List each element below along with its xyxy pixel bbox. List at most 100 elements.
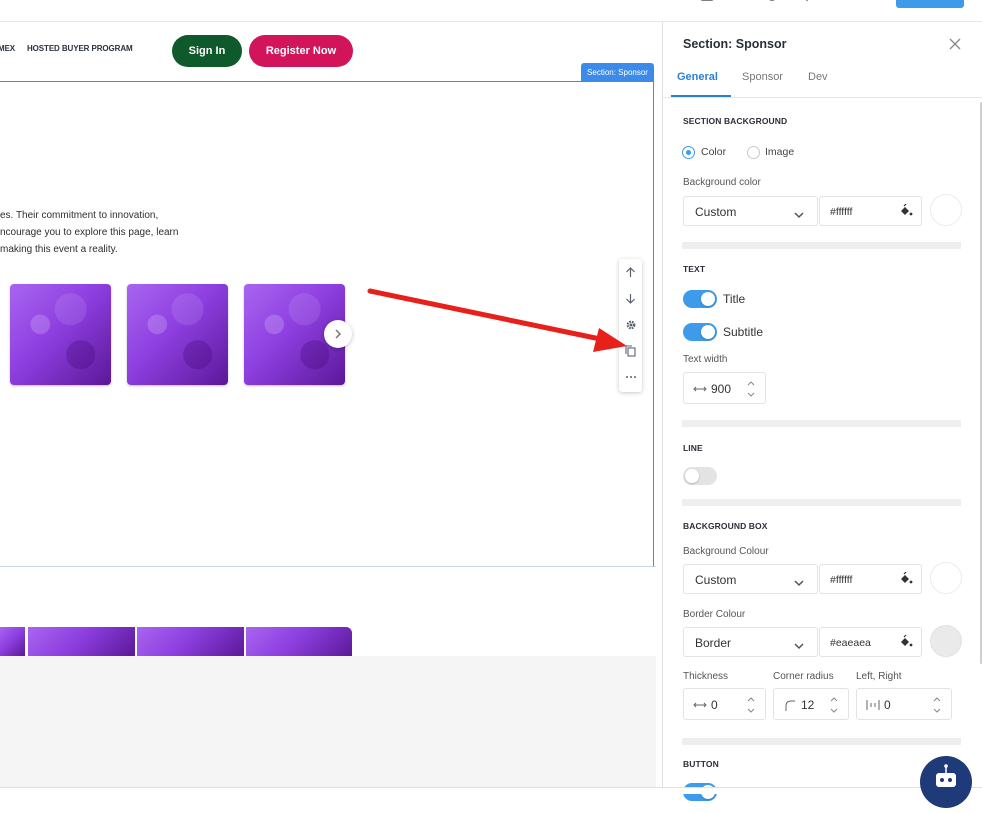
text-width-input[interactable]: 900 (683, 372, 766, 404)
select-value: Border (695, 636, 732, 650)
stepper-icon[interactable] (747, 378, 755, 400)
chevron-down-icon (794, 575, 804, 587)
stepper-icon[interactable] (830, 694, 838, 716)
section-divider (682, 499, 961, 506)
close-icon[interactable] (947, 36, 963, 52)
gallery-image[interactable] (246, 627, 352, 656)
line-heading: LINE (683, 443, 703, 453)
layout-icon[interactable] (733, 0, 747, 6)
hex-value: #ffffff (830, 574, 853, 586)
border-mode-select[interactable]: Border (683, 627, 818, 657)
background-color-swatch[interactable] (930, 194, 962, 226)
left-right-label: Left, Right (856, 671, 902, 682)
assistant-bot-button[interactable] (920, 756, 972, 808)
sponsor-logo[interactable] (10, 284, 111, 385)
robot-icon (936, 764, 956, 787)
box-background-hex-input[interactable]: #ffffff (819, 564, 922, 594)
box-background-mode-select[interactable]: Custom (683, 564, 818, 594)
section-settings-button[interactable] (619, 314, 642, 336)
sign-in-button[interactable]: Sign In (172, 35, 242, 67)
box-background-swatch[interactable] (930, 562, 962, 594)
select-value: Custom (695, 573, 737, 587)
sponsor-description-line: making this event a reality. (0, 244, 118, 255)
gallery-image[interactable] (28, 627, 135, 656)
corner-radius-label: Corner radius (773, 671, 834, 682)
gear-icon (626, 320, 635, 330)
tab-sponsor[interactable]: Sponsor (742, 71, 783, 83)
register-now-button[interactable]: Register Now (249, 35, 353, 67)
duplicate-button[interactable] (619, 340, 642, 362)
tab-dev[interactable]: Dev (808, 71, 828, 83)
paint-bucket-icon[interactable] (899, 634, 913, 649)
preview-icon[interactable] (700, 0, 714, 6)
arrow-down-icon (626, 293, 635, 304)
gallery-image[interactable] (137, 627, 244, 656)
text-width-value: 900 (711, 382, 732, 396)
corner-radius-input[interactable]: 12 (773, 688, 849, 720)
page-canvas: MEX HOSTED BUYER PROGRAM Sign In Registe… (0, 22, 656, 794)
tab-general[interactable]: General (677, 71, 718, 83)
text-width-label: Text width (683, 354, 728, 365)
corner-radius-icon (783, 698, 797, 712)
background-box-heading: BACKGROUND BOX (683, 521, 768, 531)
stepper-icon[interactable] (933, 694, 941, 716)
move-up-button[interactable] (619, 261, 642, 283)
title-toggle[interactable] (683, 290, 717, 308)
sponsor-logo[interactable] (127, 284, 228, 385)
title-toggle-label: Title (723, 292, 746, 306)
ellipsis-icon (625, 376, 636, 378)
width-arrows-icon (693, 382, 707, 396)
publish-button[interactable] (896, 0, 964, 8)
border-colour-label: Border Colour (683, 609, 746, 620)
section-divider (682, 738, 961, 745)
box-background-colour-label: Background Colour (683, 546, 769, 557)
arrow-up-icon (626, 266, 635, 277)
gallery-image[interactable] (0, 627, 25, 656)
chevron-right-icon (335, 329, 342, 339)
section-divider (682, 242, 961, 249)
color-radio-label: Color (701, 146, 727, 158)
section-tag[interactable]: Section: Sponsor (581, 63, 654, 81)
color-radio[interactable] (682, 146, 695, 159)
image-radio[interactable] (747, 146, 760, 159)
panel-title: Section: Sponsor (683, 37, 787, 51)
border-colour-swatch[interactable] (930, 625, 962, 657)
section-divider (682, 420, 961, 427)
width-arrows-icon (693, 698, 707, 712)
subtitle-toggle[interactable] (683, 323, 717, 341)
section-divider (0, 566, 656, 567)
more-tools-icon[interactable] (800, 0, 814, 6)
image-radio-label: Image (765, 146, 795, 158)
chevron-down-icon (794, 638, 804, 650)
section-background-heading: SECTION BACKGROUND (683, 116, 788, 126)
subtitle-toggle-label: Subtitle (723, 325, 764, 339)
thickness-value: 0 (711, 698, 718, 712)
background-color-label: Background color (683, 177, 761, 188)
paint-bucket-icon[interactable] (899, 203, 913, 218)
paint-bucket-icon[interactable] (899, 571, 913, 586)
border-hex-input[interactable]: #eaeaea (819, 627, 922, 657)
section-settings-panel: Section: Sponsor General Sponsor Dev SEC… (662, 22, 982, 801)
hex-value: #eaeaea (830, 637, 871, 649)
left-right-value: 0 (884, 698, 891, 712)
corner-radius-value: 12 (801, 698, 815, 712)
nav-link-mex[interactable]: MEX (0, 44, 15, 53)
horizontal-padding-icon (866, 698, 880, 712)
thickness-input[interactable]: 0 (683, 688, 766, 720)
copy-icon (625, 345, 636, 357)
button-heading: BUTTON (683, 759, 719, 769)
history-icon[interactable] (765, 0, 779, 6)
left-right-input[interactable]: 0 (856, 688, 952, 720)
move-down-button[interactable] (619, 287, 642, 309)
background-color-mode-select[interactable]: Custom (683, 196, 818, 226)
line-toggle[interactable] (683, 467, 717, 485)
window-bottom-edge (0, 787, 982, 794)
tab-divider (663, 97, 982, 98)
stepper-icon[interactable] (747, 694, 755, 716)
more-options-button[interactable] (619, 366, 642, 388)
nav-link-hosted-buyer[interactable]: HOSTED BUYER PROGRAM (27, 44, 133, 53)
background-color-hex-input[interactable]: #ffffff (819, 196, 922, 226)
carousel-next-button[interactable] (324, 320, 352, 348)
sponsor-description-line: ncourage you to explore this page, learn (0, 227, 179, 238)
select-value: Custom (695, 205, 737, 219)
